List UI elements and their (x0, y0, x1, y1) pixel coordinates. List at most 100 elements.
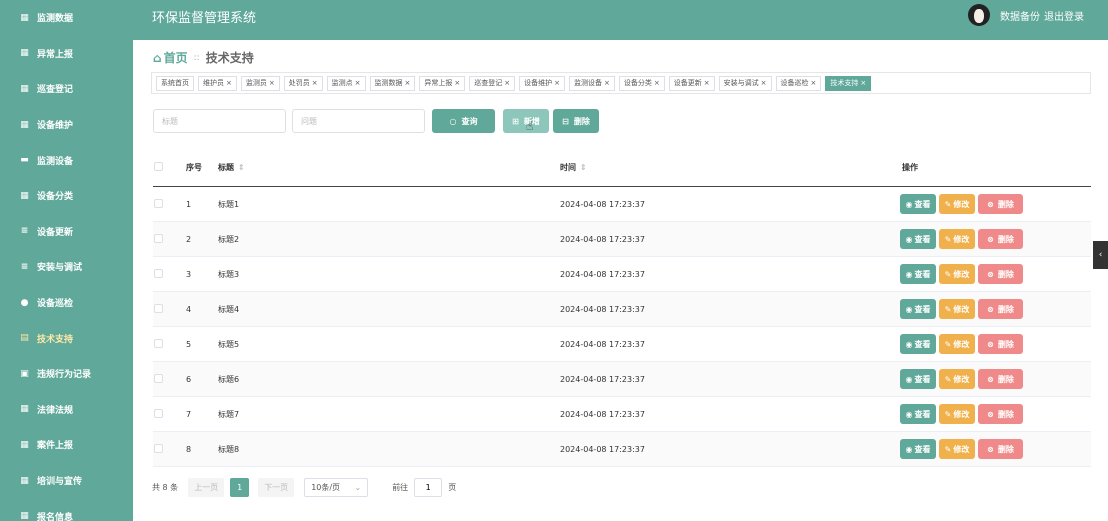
view-button[interactable]: ◉ 查看 (900, 299, 936, 319)
view-button[interactable]: ◉ 查看 (900, 264, 936, 284)
tag-item[interactable]: 监测设备 × (569, 75, 615, 91)
sidebar-item[interactable]: ▦ 巡查登记 (0, 71, 133, 107)
edit-button[interactable]: ✎ 修改 (939, 439, 975, 459)
page-size-select[interactable]: 10条/页 ⌄ (304, 478, 369, 497)
sidebar-item[interactable]: ▤ 技术支持 (0, 320, 133, 356)
delete-button[interactable]: ⊗ 删除 (978, 299, 1023, 319)
sidebar-item[interactable]: ▬ 监测设备 (0, 142, 133, 178)
sort-icon[interactable]: ⇕ (238, 163, 245, 172)
tag-item[interactable]: 技术支持 × (825, 75, 872, 91)
sidebar-item[interactable]: ▦ 设备分类 (0, 178, 133, 214)
delete-button[interactable]: ⊗ 删除 (978, 439, 1023, 459)
tag-item[interactable]: 巡查登记 × (469, 75, 516, 91)
row-checkbox[interactable] (154, 443, 163, 453)
close-icon[interactable]: × (454, 79, 460, 87)
home-icon[interactable]: ⌂ (153, 51, 162, 65)
view-button[interactable]: ◉ 查看 (900, 404, 936, 424)
close-icon[interactable]: × (604, 79, 610, 87)
delete-button[interactable]: ⊗ 删除 (978, 334, 1023, 354)
view-button[interactable]: ◉ 查看 (900, 439, 936, 459)
tag-item[interactable]: 系统首页 (156, 75, 194, 91)
close-icon[interactable]: × (504, 79, 510, 87)
close-icon[interactable]: × (704, 79, 710, 87)
tag-item[interactable]: 设备巡检 × (775, 75, 822, 91)
tag-item[interactable]: 监测员 × (240, 75, 280, 91)
edit-button[interactable]: ✎ 修改 (939, 334, 975, 354)
tag-item[interactable]: 异常上报 × (419, 75, 466, 91)
edit-button[interactable]: ✎ 修改 (939, 369, 975, 389)
edit-button[interactable]: ✎ 修改 (939, 404, 975, 424)
row-checkbox[interactable] (154, 303, 163, 313)
close-icon[interactable]: × (860, 79, 866, 87)
breadcrumb: ⌂ 首页 :: 技术支持 (153, 49, 254, 66)
sidebar-item[interactable]: ▣ 违规行为记录 (0, 356, 133, 392)
sidebar-item[interactable]: ▦ 法律法规 (0, 392, 133, 428)
select-all-checkbox[interactable] (154, 162, 163, 171)
sidebar-item[interactable]: ▦ 异常上报 (0, 36, 133, 72)
tag-item[interactable]: 监测数据 × (369, 75, 416, 91)
close-icon[interactable]: × (355, 79, 361, 87)
tag-item[interactable]: 维护员 × (198, 75, 237, 91)
header-time-label: 时间 (560, 163, 576, 172)
tag-item[interactable]: 处罚员 × (283, 75, 323, 91)
tag-item[interactable]: 设备维护 × (519, 75, 565, 91)
sort-icon[interactable]: ⇕ (580, 163, 587, 172)
delete-button[interactable]: ⊗ 删除 (978, 404, 1023, 424)
sidebar-item[interactable]: ▦ 设备维护 (0, 107, 133, 143)
view-button[interactable]: ◉ 查看 (900, 369, 936, 389)
row-checkbox[interactable] (154, 338, 163, 348)
delete-button[interactable]: ⊗ 删除 (978, 369, 1023, 389)
collapse-handle[interactable]: ‹ (1093, 241, 1108, 269)
close-icon[interactable]: × (405, 79, 411, 87)
sidebar-item[interactable]: ▦ 培训与宣传 (0, 463, 133, 499)
title-search-input[interactable] (153, 109, 286, 133)
view-button[interactable]: ◉ 查看 (900, 334, 936, 354)
edit-button[interactable]: ✎ 修改 (939, 229, 975, 249)
close-icon[interactable]: × (761, 79, 767, 87)
row-checkbox[interactable] (154, 233, 163, 243)
delete-button[interactable]: ⊗ 删除 (978, 229, 1023, 249)
data-backup-link[interactable]: 数据备份 (1000, 8, 1040, 23)
next-page-button[interactable]: 下一页 (258, 478, 295, 497)
sidebar-item[interactable]: ▦ 报名信息 (0, 498, 133, 521)
sidebar-item[interactable]: ≡ 安装与调试 (0, 249, 133, 285)
row-checkbox[interactable] (154, 198, 163, 208)
delete-button[interactable]: ⊗ 删除 (978, 194, 1023, 214)
edit-button[interactable]: ✎ 修改 (939, 194, 975, 214)
close-icon[interactable]: × (269, 79, 275, 87)
tag-item[interactable]: 监测点 × (326, 75, 366, 91)
row-checkbox[interactable] (154, 408, 163, 418)
row-checkbox[interactable] (154, 373, 163, 383)
tag-item[interactable]: 设备更新 × (668, 75, 715, 91)
header-title[interactable]: 标题 ⇕ (218, 162, 560, 173)
tag-item[interactable]: 安装与调试 × (718, 75, 772, 91)
breadcrumb-home[interactable]: 首页 (164, 49, 188, 66)
delete-button[interactable]: ⊗ 删除 (978, 264, 1023, 284)
sidebar-item[interactable]: ● 设备巡检 (0, 285, 133, 321)
prev-page-button[interactable]: 上一页 (188, 478, 225, 497)
view-button[interactable]: ◉ 查看 (900, 194, 936, 214)
view-button[interactable]: ◉ 查看 (900, 229, 936, 249)
header-time[interactable]: 时间 ⇕ (560, 162, 902, 173)
close-icon[interactable]: × (554, 79, 560, 87)
close-icon[interactable]: × (654, 79, 660, 87)
eye-icon: ◉ (905, 374, 913, 384)
question-search-input[interactable] (292, 109, 425, 133)
close-icon[interactable]: × (312, 79, 318, 87)
sidebar-item[interactable]: ≡ 设备更新 (0, 214, 133, 250)
close-icon[interactable]: × (226, 79, 232, 87)
sidebar-item[interactable]: ▦ 案件上报 (0, 427, 133, 463)
batch-delete-button[interactable]: ⊟ 删除 (553, 109, 599, 133)
edit-button[interactable]: ✎ 修改 (939, 264, 975, 284)
row-checkbox[interactable] (154, 268, 163, 278)
tag-item[interactable]: 设备分类 × (618, 75, 665, 91)
logout-link[interactable]: 退出登录 (1044, 8, 1084, 23)
table-row: 5 标题5 2024-04-08 17:23:37 ◉ 查看 ✎ 修改 ⊗ 删除 (153, 327, 1091, 362)
close-icon[interactable]: × (811, 79, 817, 87)
edit-button[interactable]: ✎ 修改 (939, 299, 975, 319)
sidebar-item[interactable]: ▦ 监测数据 (0, 0, 133, 36)
avatar[interactable] (968, 4, 990, 26)
query-button[interactable]: ○ 查询 (432, 109, 495, 133)
page-number-current[interactable]: 1 (230, 478, 250, 497)
goto-page-input[interactable] (414, 478, 443, 497)
